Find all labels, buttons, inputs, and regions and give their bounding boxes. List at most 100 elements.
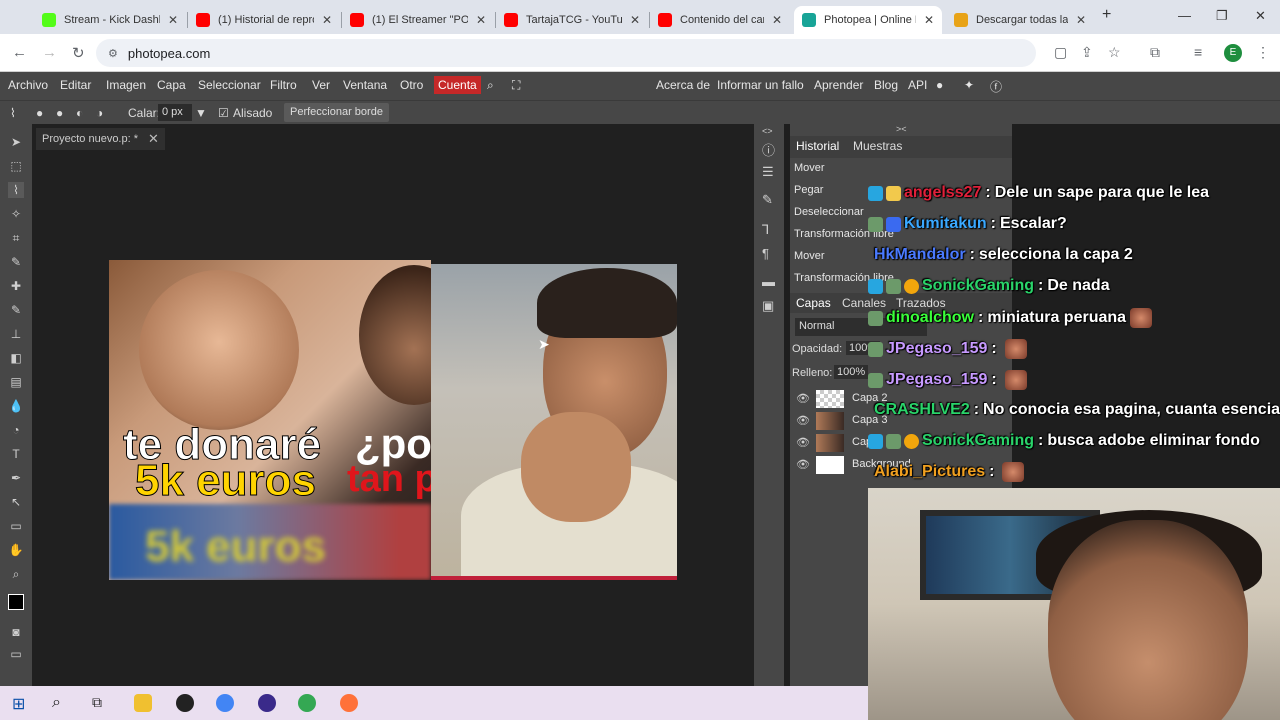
intersect-selection-icon[interactable]: ◑ <box>96 106 103 120</box>
magic-wand-icon[interactable]: ✧ <box>8 206 24 222</box>
browser-tab-3[interactable]: (1) El Streamer "POBR ✕ <box>342 6 494 34</box>
subtract-selection-icon[interactable]: ◐ <box>76 106 83 120</box>
bookmark-star-icon[interactable]: ☆ <box>1108 44 1121 61</box>
thumbnail-layer-image[interactable]: te donaré 5k euros ¿por tan p 5k euros <box>109 260 431 580</box>
pasted-photo-layer[interactable] <box>431 264 677 580</box>
close-document-icon[interactable]: ✕ <box>148 131 159 147</box>
reddit-icon[interactable]: ● <box>936 78 943 92</box>
browser-tab-7[interactable]: Descargar todas las d ✕ <box>946 6 1094 34</box>
back-icon[interactable]: ← <box>12 44 27 61</box>
properties-icon[interactable]: ☰ <box>762 164 774 180</box>
menu-archivo[interactable]: Archivo <box>8 78 48 92</box>
browser-tab-4[interactable]: TartajaTCG - YouTube ✕ <box>496 6 648 34</box>
character-icon[interactable]: Ꞁ <box>762 222 769 238</box>
menu-imagen[interactable]: Imagen <box>106 78 146 92</box>
site-info-icon[interactable]: ⚙ <box>108 47 118 60</box>
close-tab-icon[interactable]: ✕ <box>322 13 332 27</box>
fullscreen-icon[interactable]: ⛶ <box>512 78 520 93</box>
window-close-icon[interactable]: ✕ <box>1255 8 1266 24</box>
visibility-eye-icon[interactable]: 👁 <box>796 414 810 427</box>
tab-historial[interactable]: Historial <box>796 139 839 153</box>
browser-tab-5[interactable]: Contenido del canal ✕ <box>650 6 790 34</box>
antialias-checkbox[interactable]: ☑ <box>218 106 229 120</box>
menu-acerca-de[interactable]: Acerca de <box>656 78 710 92</box>
close-tab-icon[interactable]: ✕ <box>924 13 934 27</box>
menu-cuenta[interactable]: Cuenta <box>434 76 481 94</box>
facebook-icon[interactable]: ⓕ <box>990 78 1002 95</box>
tab-muestras[interactable]: Muestras <box>853 139 902 153</box>
app-icon[interactable] <box>258 694 276 712</box>
close-tab-icon[interactable]: ✕ <box>1076 13 1086 27</box>
chrome-profile-icon[interactable] <box>298 694 316 712</box>
eraser-icon[interactable]: ◧ <box>8 350 24 366</box>
task-view-icon[interactable]: ⧉ <box>92 694 110 712</box>
expand-icon[interactable]: >< <box>896 124 907 134</box>
visibility-eye-icon[interactable]: 👁 <box>796 436 810 449</box>
image-panel-icon[interactable]: ▣ <box>762 298 774 314</box>
menu-filtro[interactable]: Filtro <box>270 78 297 92</box>
menu-aprender[interactable]: Aprender <box>814 78 863 92</box>
file-explorer-icon[interactable] <box>134 694 152 712</box>
css-icon[interactable]: ▬ <box>762 274 775 289</box>
search-icon[interactable]: ⌕ <box>487 78 494 93</box>
paragraph-icon[interactable]: ¶ <box>762 246 769 261</box>
refine-edge-button[interactable]: Perfeccionar borde <box>284 103 389 122</box>
info-icon[interactable]: ⓘ <box>762 140 775 159</box>
path-select-icon[interactable]: ↖ <box>8 494 24 510</box>
reload-icon[interactable]: ↻ <box>72 44 85 62</box>
history-item[interactable]: Mover <box>794 162 825 174</box>
menu-blog[interactable]: Blog <box>874 78 898 92</box>
firefox-icon[interactable] <box>340 694 358 712</box>
share-icon[interactable]: ⇪ <box>1081 44 1093 61</box>
forward-icon[interactable]: → <box>42 44 57 61</box>
install-icon[interactable]: ▢ <box>1054 44 1067 61</box>
lasso-tool-icon[interactable]: ⌇ <box>8 182 24 198</box>
collapse-icon[interactable]: <> <box>762 126 773 136</box>
browser-tab-1[interactable]: Stream - Kick Dashbo ✕ <box>34 6 186 34</box>
text-tool-icon[interactable]: T <box>8 446 24 462</box>
feather-input[interactable]: 0 px <box>158 104 192 121</box>
brush-panel-icon[interactable]: ✎ <box>762 192 773 208</box>
healing-brush-icon[interactable]: ✚ <box>8 278 24 294</box>
screen-mode-icon[interactable]: ▭ <box>8 646 24 662</box>
tab-capas[interactable]: Capas <box>796 296 831 310</box>
menu-informar-fallo[interactable]: Informar un fallo <box>717 78 804 92</box>
close-tab-icon[interactable]: ✕ <box>168 13 178 27</box>
pen-tool-icon[interactable]: ✒ <box>8 470 24 486</box>
menu-seleccionar[interactable]: Seleccionar <box>198 78 261 92</box>
foreground-color-swatch[interactable] <box>8 594 24 610</box>
history-item[interactable]: Pegar <box>794 184 823 196</box>
history-item[interactable]: Deseleccionar <box>794 206 864 218</box>
fill-input[interactable]: 100% <box>834 365 869 379</box>
gradient-icon[interactable]: ▤ <box>8 374 24 390</box>
extensions-icon[interactable]: ⧉ <box>1150 44 1160 61</box>
reading-list-icon[interactable]: ≡ <box>1194 44 1202 60</box>
document-tab[interactable]: Proyecto nuevo.p: * ✕ <box>36 128 165 150</box>
eyedropper-icon[interactable]: ✎ <box>8 254 24 270</box>
marquee-tool-icon[interactable]: ⬚ <box>8 158 24 174</box>
zoom-tool-icon[interactable]: ⌕ <box>8 566 24 582</box>
menu-ver[interactable]: Ver <box>312 78 330 92</box>
quick-mask-icon[interactable]: ◙ <box>8 624 24 640</box>
blur-tool-icon[interactable]: 💧 <box>8 398 24 414</box>
menu-api[interactable]: API <box>908 78 927 92</box>
browser-tab-2[interactable]: (1) Historial de repro ✕ <box>188 6 340 34</box>
profile-avatar[interactable]: E <box>1224 44 1242 62</box>
browser-tab-photopea[interactable]: Photopea | Online Ph ✕ <box>794 6 942 34</box>
hand-tool-icon[interactable]: ✋ <box>8 542 24 558</box>
search-taskbar-icon[interactable]: ⌕ <box>52 694 70 712</box>
browser-menu-icon[interactable]: ⋮ <box>1256 44 1270 61</box>
visibility-eye-icon[interactable]: 👁 <box>796 458 810 471</box>
visibility-eye-icon[interactable]: 👁 <box>796 392 810 405</box>
maximize-icon[interactable]: ❐ <box>1216 8 1228 24</box>
twitter-icon[interactable]: ✦ <box>964 78 974 92</box>
url-field[interactable]: ⚙ photopea.com <box>96 39 1036 67</box>
clone-stamp-icon[interactable]: ⊥ <box>8 326 24 342</box>
new-tab-icon[interactable]: + <box>1102 6 1111 24</box>
new-selection-icon[interactable]: ● <box>36 106 43 120</box>
obs-icon[interactable] <box>176 694 194 712</box>
close-tab-icon[interactable]: ✕ <box>476 13 486 27</box>
close-tab-icon[interactable]: ✕ <box>630 13 640 27</box>
history-item[interactable]: Mover <box>794 250 825 262</box>
move-tool-icon[interactable]: ➤ <box>8 134 24 150</box>
